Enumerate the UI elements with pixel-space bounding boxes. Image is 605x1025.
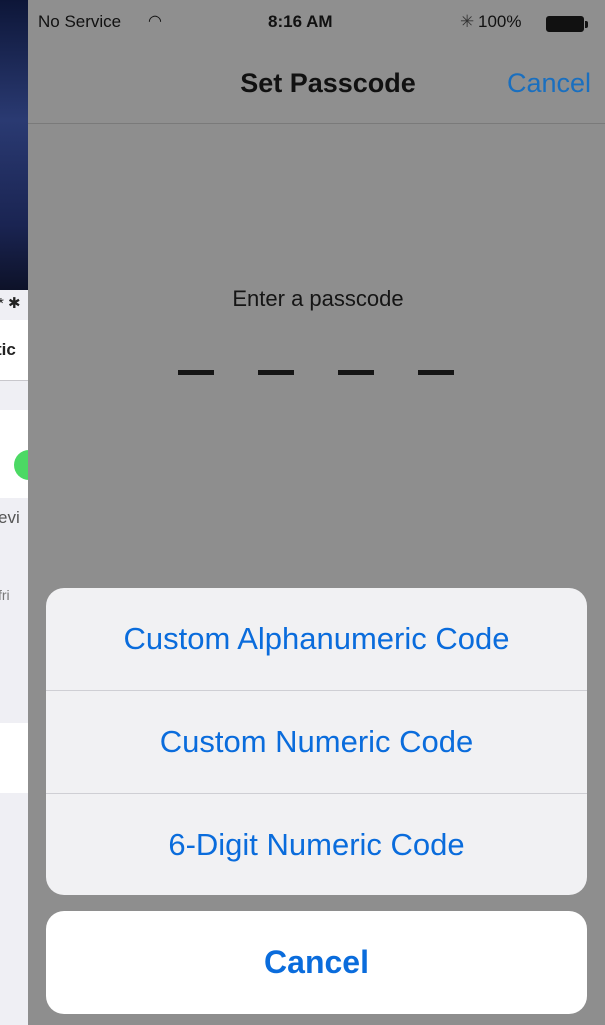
status-bar: No Service ◠ 8:16 AM ✳ 100% [28, 12, 605, 38]
set-passcode-screen: No Service ◠ 8:16 AM ✳ 100% Set Passcode… [28, 0, 605, 1025]
navigation-bar: No Service ◠ 8:16 AM ✳ 100% Set Passcode… [28, 0, 605, 124]
passcode-digit-slot [418, 370, 454, 375]
carrier-label: No Service [38, 12, 122, 31]
battery-percent: 100% [478, 12, 522, 31]
screen: * ✱ tic evi fri No Service ◠ 8:16 AM ✳ 1… [0, 0, 605, 1025]
custom-numeric-code-option[interactable]: Custom Numeric Code [46, 691, 587, 793]
six-digit-numeric-code-option[interactable]: 6-Digit Numeric Code [46, 794, 587, 895]
status-time: 8:16 AM [268, 12, 333, 31]
background-title-fragment: tic [0, 340, 16, 359]
passcode-digit-slot [178, 370, 214, 375]
passcode-digit-slot [338, 370, 374, 375]
cancel-button[interactable]: Cancel [46, 911, 587, 1014]
nav-cancel-button[interactable]: Cancel [507, 68, 591, 99]
page-title: Set Passcode [240, 68, 416, 98]
battery-icon [546, 16, 588, 32]
background-footer-fragment: fri [0, 587, 10, 603]
bluetooth-icon: ✳ [460, 12, 475, 31]
passcode-digit-slots [178, 370, 468, 390]
custom-alphanumeric-code-option[interactable]: Custom Alphanumeric Code [46, 588, 587, 690]
background-status-fragment: * ✱ [0, 295, 21, 312]
passcode-prompt: Enter a passcode [232, 286, 404, 311]
passcode-digit-slot [258, 370, 294, 375]
wifi-icon: ◠ [148, 13, 162, 30]
background-row-fragment: evi [0, 508, 20, 527]
passcode-options-sheet: Custom Alphanumeric Code Custom Numeric … [46, 588, 587, 895]
